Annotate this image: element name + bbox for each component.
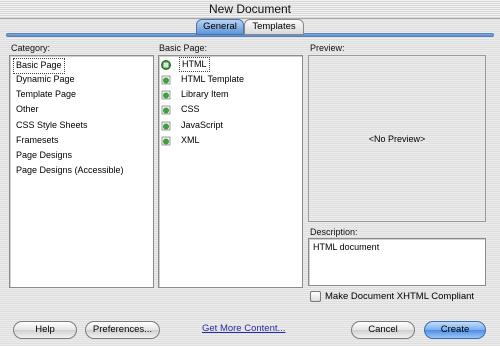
- category-item-page-designs[interactable]: Page Designs: [13, 148, 75, 162]
- description-label: Description:: [310, 227, 358, 237]
- category-item-template-page[interactable]: Template Page: [13, 87, 79, 101]
- document-icon: [161, 121, 171, 130]
- html-document-icon: [161, 59, 171, 70]
- page-item-label: HTML Template: [181, 74, 245, 85]
- xhtml-compliant-checkbox[interactable]: [310, 291, 321, 302]
- no-preview-text: <No Preview>: [368, 133, 426, 144]
- document-icon: [161, 90, 171, 99]
- preview-label: Preview:: [310, 43, 345, 53]
- page-item-label: CSS: [181, 104, 200, 115]
- tab-general[interactable]: General: [196, 19, 244, 35]
- document-icon: [161, 75, 171, 84]
- create-button[interactable]: Create: [424, 321, 486, 339]
- document-icon: [161, 105, 171, 114]
- category-item-css-style-sheets[interactable]: CSS Style Sheets: [13, 118, 91, 132]
- basic-page-list[interactable]: HTML HTML Template Library Item CSS Java…: [158, 55, 303, 288]
- page-item-html-template[interactable]: HTML Template: [161, 72, 246, 86]
- help-button[interactable]: Help: [13, 321, 77, 339]
- category-label: Category:: [11, 43, 51, 53]
- page-item-css[interactable]: CSS: [161, 102, 202, 116]
- document-icon: [161, 136, 171, 145]
- preferences-button[interactable]: Preferences...: [85, 321, 160, 339]
- page-item-library-item[interactable]: Library Item: [161, 87, 231, 101]
- xhtml-compliant-label[interactable]: Make Document XHTML Compliant: [325, 290, 474, 303]
- page-item-javascript[interactable]: JavaScript: [161, 118, 225, 132]
- cancel-button[interactable]: Cancel: [351, 321, 415, 339]
- category-item-other[interactable]: Other: [13, 102, 42, 116]
- title-bar: New Document: [0, 0, 500, 19]
- page-item-label: Library Item: [181, 89, 229, 100]
- basic-page-label: Basic Page:: [159, 43, 208, 53]
- description-text: HTML document: [313, 242, 380, 252]
- category-item-dynamic-page[interactable]: Dynamic Page: [13, 72, 78, 86]
- get-more-content-link[interactable]: Get More Content...: [202, 322, 285, 335]
- tab-templates[interactable]: Templates: [244, 19, 304, 35]
- category-list[interactable]: Basic Page Dynamic Page Template Page Ot…: [9, 55, 154, 288]
- page-item-label: HTML: [179, 57, 210, 73]
- page-item-label: XML: [181, 135, 200, 146]
- description-box: HTML document: [308, 238, 486, 286]
- category-item-page-designs-accessible[interactable]: Page Designs (Accessible): [13, 163, 127, 177]
- preview-pane: <No Preview>: [308, 55, 486, 222]
- page-item-xml[interactable]: XML: [161, 133, 202, 147]
- page-item-label: JavaScript: [181, 120, 224, 131]
- window-title: New Document: [208, 2, 292, 16]
- category-item-framesets[interactable]: Framesets: [13, 133, 62, 147]
- page-item-html[interactable]: HTML: [161, 57, 210, 73]
